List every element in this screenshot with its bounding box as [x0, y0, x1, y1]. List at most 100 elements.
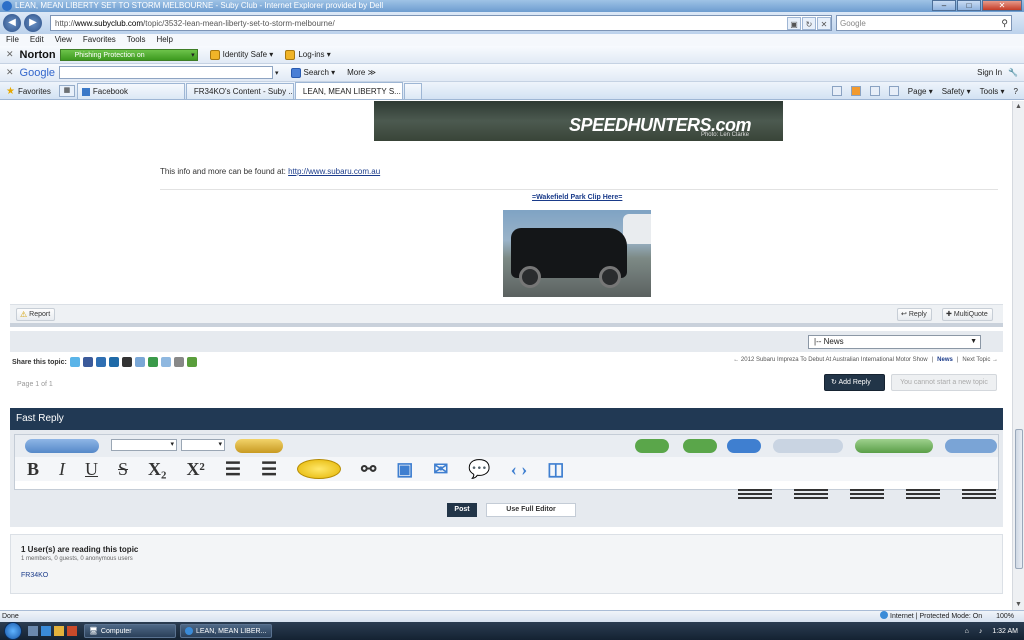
highlight-icon[interactable] [235, 439, 283, 453]
google-search-input[interactable] [59, 66, 274, 79]
outdent-icon[interactable] [794, 489, 828, 499]
network-icon[interactable]: ⌂ [965, 628, 969, 635]
car-photo[interactable] [503, 210, 651, 297]
forum-link[interactable]: News [937, 357, 953, 363]
url-field[interactable]: http:// www.subyclub.com /topic/3532-lea… [50, 15, 832, 31]
explorer-icon[interactable] [54, 626, 64, 636]
taskbar-computer[interactable]: 🖥 Computer [84, 624, 176, 638]
facebook-icon[interactable] [82, 357, 93, 367]
close-google-toolbar-icon[interactable]: ✕ [6, 67, 14, 78]
help-icon[interactable]: ? [1014, 87, 1018, 96]
ie-icon[interactable] [41, 626, 51, 636]
full-editor-button[interactable]: Use Full Editor [486, 503, 576, 517]
tab-active[interactable]: LEAN, MEAN LIBERTY S... ✕ [294, 82, 403, 99]
quick-tabs-icon[interactable]: ▦ [58, 85, 75, 97]
print-icon[interactable] [173, 357, 184, 367]
close-toolbar-icon[interactable]: ✕ [6, 49, 14, 60]
post-button[interactable]: Post [447, 503, 477, 517]
menu-tools[interactable]: Tools [127, 34, 146, 46]
download-icon[interactable] [186, 357, 197, 367]
more-button[interactable]: More ≫ [347, 68, 376, 77]
media-icon[interactable]: ◫ [547, 459, 564, 480]
redo-icon[interactable] [683, 439, 717, 453]
bullet-list-button[interactable]: ☰ [225, 459, 241, 480]
menu-help[interactable]: Help [156, 34, 172, 46]
strikethrough-button[interactable]: S [118, 459, 128, 480]
add-reply-button[interactable]: ↻ Add Reply [824, 374, 885, 391]
reader-user-link[interactable]: FR34KO [21, 572, 1002, 579]
multiquote-button[interactable]: ✚ MultiQuote [942, 308, 993, 321]
back-button[interactable]: ◀ [3, 14, 21, 32]
close-window-button[interactable]: ✕ [982, 0, 1022, 11]
tools-menu[interactable]: Tools ▾ [980, 87, 1005, 96]
paste-icon[interactable] [855, 439, 933, 453]
google-search-button[interactable]: Search ▾ [290, 67, 335, 78]
search-icon[interactable]: ⚲ [1001, 18, 1008, 29]
spellcheck-icon[interactable] [945, 439, 997, 453]
clip-link[interactable]: =Wakefield Park Clip Here= [532, 194, 622, 201]
buzz-icon[interactable] [147, 357, 158, 367]
volume-icon[interactable]: ♪ [979, 628, 983, 635]
start-button[interactable] [4, 622, 22, 640]
zone-indicator[interactable]: Internet | Protected Mode: On [880, 611, 982, 622]
chevron-down-icon[interactable]: ▾ [275, 69, 279, 77]
minimize-button[interactable]: – [932, 0, 956, 11]
numbered-list-button[interactable]: ☰ [261, 459, 277, 480]
compatibility-view-icon[interactable]: ▣ [787, 16, 801, 30]
vertical-scrollbar[interactable]: ▲ ▼ [1012, 101, 1024, 610]
reddit-icon[interactable] [108, 357, 119, 367]
menu-favorites[interactable]: Favorites [83, 34, 116, 46]
stumble-icon[interactable] [134, 357, 145, 367]
rich-text-editor[interactable]: ▾ ▾ B I U S X₂ X² ☰ ☰ ⚯ ▣ ✉ 💬 ‹ › ◫ [14, 434, 999, 490]
stop-icon[interactable]: ✕ [817, 16, 831, 30]
scroll-up-icon[interactable]: ▲ [1015, 103, 1022, 110]
size-select[interactable]: ▾ [181, 439, 225, 451]
identity-safe-button[interactable]: Identity Safe ▾ [209, 49, 273, 60]
delicious-icon[interactable] [121, 357, 132, 367]
tab-facebook[interactable]: Facebook [76, 83, 185, 99]
twitter-icon[interactable] [69, 357, 80, 367]
quote-icon[interactable]: 💬 [468, 459, 490, 480]
scroll-thumb[interactable] [1015, 429, 1023, 569]
menu-view[interactable]: View [55, 34, 72, 46]
page-menu[interactable]: Page ▾ [908, 87, 933, 96]
code-icon[interactable]: ‹ › [511, 459, 528, 480]
taskbar-ie-window[interactable]: LEAN, MEAN LIBER... [180, 624, 272, 638]
signin-link[interactable]: Sign In [977, 68, 1002, 77]
next-topic-link[interactable]: Next Topic → [962, 357, 998, 363]
link-icon[interactable]: ⚯ [361, 459, 376, 480]
subaru-link[interactable]: http://www.subaru.com.au [288, 167, 380, 176]
indent-icon[interactable] [738, 489, 772, 499]
superscript-button[interactable]: X² [186, 459, 204, 480]
zoom-level[interactable]: 100% [996, 611, 1014, 622]
align-right-icon[interactable] [962, 489, 996, 499]
undo-icon[interactable] [635, 439, 669, 453]
home-icon[interactable] [831, 86, 842, 96]
align-center-icon[interactable] [906, 489, 940, 499]
font-select[interactable]: ▾ [111, 439, 177, 451]
forum-jump-select[interactable]: |-- News ▼ [808, 335, 981, 349]
prev-topic-link[interactable]: ← 2012 Subaru Impreza To Debut At Austra… [733, 357, 927, 363]
mail-icon[interactable] [869, 86, 880, 96]
logins-button[interactable]: Log-ins ▾ [285, 49, 331, 60]
rss-icon[interactable] [850, 86, 861, 96]
image-icon[interactable]: ▣ [396, 459, 413, 480]
bold-button[interactable]: B [27, 459, 39, 480]
safety-menu[interactable]: Safety ▾ [942, 87, 971, 96]
refresh-icon[interactable]: ↻ [802, 16, 816, 30]
menu-edit[interactable]: Edit [30, 34, 44, 46]
help-icon[interactable] [727, 439, 761, 453]
font-style-icon[interactable] [25, 439, 99, 453]
email-icon[interactable] [160, 357, 171, 367]
wrench-icon[interactable]: 🔧 [1008, 68, 1018, 77]
search-input[interactable]: Google ⚲ [836, 15, 1012, 31]
italic-button[interactable]: I [59, 459, 65, 480]
clock[interactable]: 1:32 AM [992, 628, 1018, 635]
email-icon[interactable]: ✉ [433, 459, 448, 480]
forward-button[interactable]: ▶ [24, 14, 42, 32]
align-left-icon[interactable] [850, 489, 884, 499]
new-tab-button[interactable] [403, 83, 422, 99]
favorites-button[interactable]: ★ Favorites [0, 83, 57, 99]
media-player-icon[interactable] [67, 626, 77, 636]
show-desktop-icon[interactable] [28, 626, 38, 636]
